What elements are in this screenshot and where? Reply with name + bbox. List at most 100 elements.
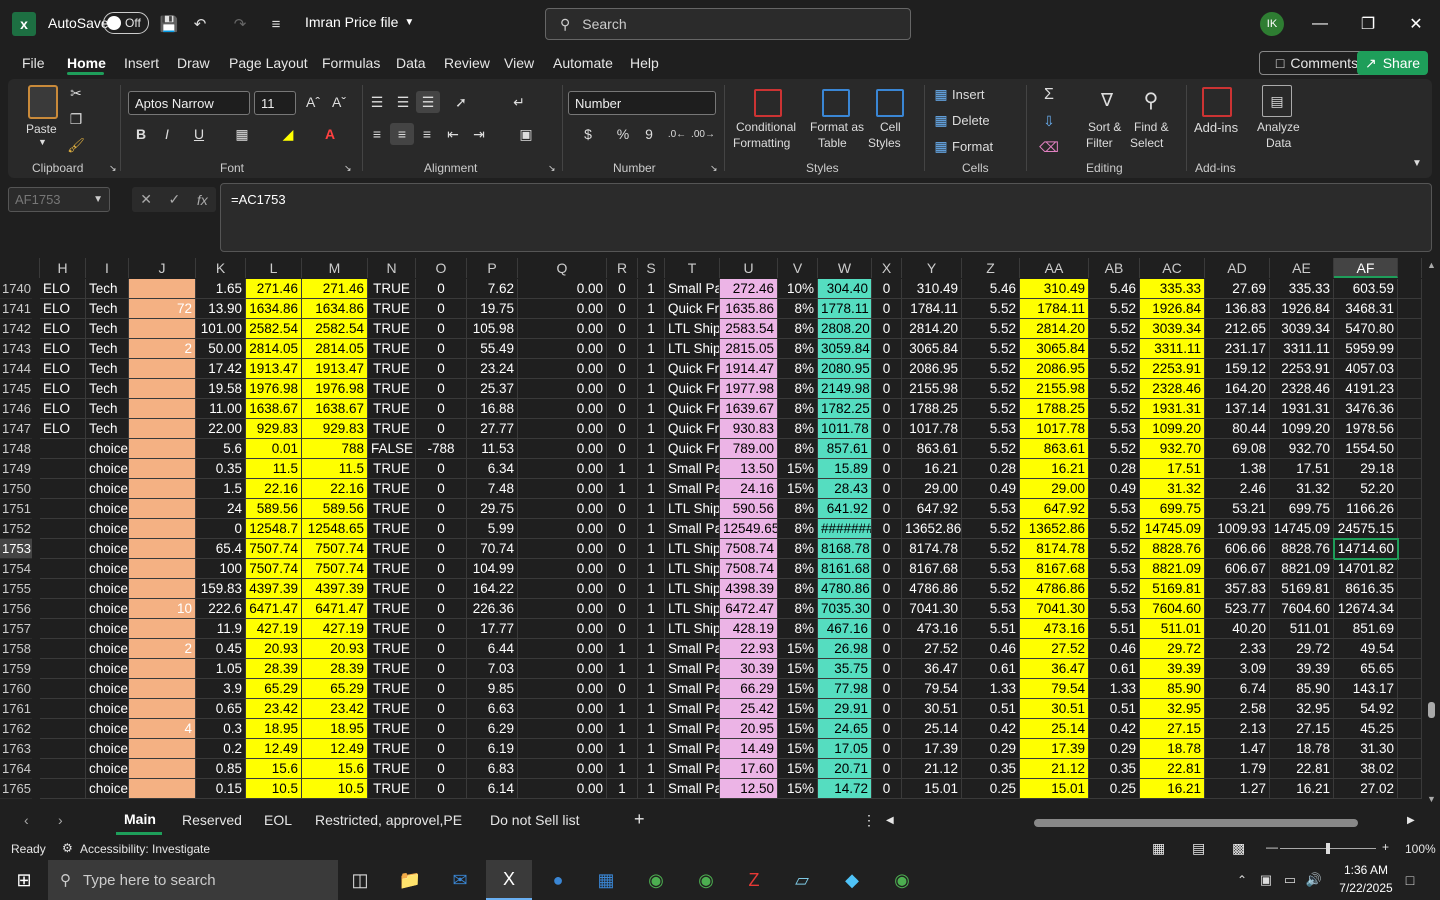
file-name[interactable]: Imran Price file ▼	[305, 14, 414, 30]
cell-s[interactable]: 1	[638, 599, 665, 619]
cell-p[interactable]: 9.85	[467, 679, 518, 699]
cell-j[interactable]	[129, 779, 196, 799]
cell-h[interactable]: ELO	[40, 399, 86, 419]
cell-q[interactable]: 0.00	[518, 559, 607, 579]
cell-u[interactable]: 930.83	[720, 419, 778, 439]
cell-u[interactable]: 4398.39	[720, 579, 778, 599]
row-header[interactable]: 1751	[0, 499, 32, 519]
cell-v[interactable]: 15%	[778, 719, 818, 739]
cell-overflow[interactable]	[1398, 779, 1422, 799]
cell-k[interactable]: 0.2	[196, 739, 246, 759]
cell-overflow[interactable]	[1398, 559, 1422, 579]
cell-t[interactable]: Quick Fr	[665, 379, 720, 399]
cell-w[interactable]: 1782.25	[818, 399, 872, 419]
cell-j[interactable]	[129, 759, 196, 779]
cell-ab[interactable]: 5.53	[1089, 499, 1140, 519]
cell-aa[interactable]: 647.92	[1020, 499, 1089, 519]
cell-u[interactable]: 2583.54	[720, 319, 778, 339]
scroll-up-icon[interactable]: ▲	[1427, 260, 1436, 270]
cell-t[interactable]: LTL Ship	[665, 599, 720, 619]
cell-aa[interactable]: 17.39	[1020, 739, 1089, 759]
cell-t[interactable]: Small Pa	[665, 459, 720, 479]
cell-z[interactable]: 5.46	[962, 279, 1020, 299]
cell-ac[interactable]: 2253.91	[1140, 359, 1205, 379]
cell-ae[interactable]: 3311.11	[1270, 339, 1334, 359]
cell-m[interactable]: 1976.98	[302, 379, 368, 399]
cell-ab[interactable]: 0.61	[1089, 659, 1140, 679]
cell-y[interactable]: 1784.11	[902, 299, 962, 319]
collapse-ribbon-icon[interactable]: ▼	[1408, 155, 1426, 171]
find-select-label[interactable]: Find &	[1134, 120, 1169, 134]
cell-v[interactable]: 8%	[778, 579, 818, 599]
cell-q[interactable]: 0.00	[518, 339, 607, 359]
cell-y[interactable]: 29.00	[902, 479, 962, 499]
cell-ae[interactable]: 22.81	[1270, 759, 1334, 779]
select-all-corner[interactable]	[0, 258, 40, 278]
cell-q[interactable]: 0.00	[518, 459, 607, 479]
cell-ac[interactable]: 29.72	[1140, 639, 1205, 659]
cell-k[interactable]: 50.00	[196, 339, 246, 359]
cell-k[interactable]: 159.83	[196, 579, 246, 599]
cell-af[interactable]: 1166.26	[1334, 499, 1398, 519]
cell-n[interactable]: FALSE	[368, 439, 416, 459]
cell-h[interactable]	[40, 599, 86, 619]
cell-overflow[interactable]	[1398, 459, 1422, 479]
cell-l[interactable]: 271.46	[246, 279, 302, 299]
cell-ad[interactable]: 1.38	[1205, 459, 1270, 479]
cell-r[interactable]: 0	[607, 379, 638, 399]
cell-ad[interactable]: 69.08	[1205, 439, 1270, 459]
cell-y[interactable]: 3065.84	[902, 339, 962, 359]
cell-o[interactable]: 0	[416, 399, 467, 419]
cell-aa[interactable]: 3065.84	[1020, 339, 1089, 359]
cell-k[interactable]: 0.45	[196, 639, 246, 659]
column-header-m[interactable]: M	[302, 258, 368, 278]
cell-w[interactable]: 35.75	[818, 659, 872, 679]
cell-ae[interactable]: 5169.81	[1270, 579, 1334, 599]
cell-l[interactable]: 22.16	[246, 479, 302, 499]
cell-i[interactable]: choice	[86, 479, 129, 499]
cell-af[interactable]: 27.02	[1334, 779, 1398, 799]
cell-ac[interactable]: 17.51	[1140, 459, 1205, 479]
excel-taskbar-icon[interactable]: X	[486, 860, 532, 900]
cell-q[interactable]: 0.00	[518, 579, 607, 599]
cell-aa[interactable]: 8167.68	[1020, 559, 1089, 579]
column-header-aa[interactable]: AA	[1020, 258, 1089, 278]
cell-s[interactable]: 1	[638, 539, 665, 559]
row-header[interactable]: 1749	[0, 459, 32, 479]
cell-overflow[interactable]	[1398, 339, 1422, 359]
column-header-u[interactable]: U	[720, 258, 778, 278]
row-header[interactable]: 1756	[0, 599, 32, 619]
cell-z[interactable]: 5.52	[962, 319, 1020, 339]
search-box[interactable]: ⚲ Search	[545, 8, 911, 40]
cell-s[interactable]: 1	[638, 319, 665, 339]
cell-r[interactable]: 0	[607, 539, 638, 559]
cell-u[interactable]: 7508.74	[720, 539, 778, 559]
cell-l[interactable]: 7507.74	[246, 559, 302, 579]
cell-o[interactable]: 0	[416, 299, 467, 319]
bold-icon[interactable]: B	[130, 123, 152, 145]
cell-ac[interactable]: 22.81	[1140, 759, 1205, 779]
format-as-table-label[interactable]: Format as	[810, 120, 864, 134]
cell-ab[interactable]: 5.52	[1089, 579, 1140, 599]
formula-input[interactable]: =AC1753	[220, 183, 1432, 252]
cell-o[interactable]: 0	[416, 279, 467, 299]
cell-w[interactable]: #######	[818, 519, 872, 539]
cell-r[interactable]: 1	[607, 659, 638, 679]
cell-u[interactable]: 6472.47	[720, 599, 778, 619]
cell-t[interactable]: LTL Ship	[665, 319, 720, 339]
cell-r[interactable]: 1	[607, 759, 638, 779]
cell-s[interactable]: 1	[638, 519, 665, 539]
cell-p[interactable]: 55.49	[467, 339, 518, 359]
cell-t[interactable]: Quick Fr	[665, 299, 720, 319]
cell-u[interactable]: 1914.47	[720, 359, 778, 379]
cell-h[interactable]	[40, 539, 86, 559]
cell-t[interactable]: Quick Fr	[665, 399, 720, 419]
cell-ae[interactable]: 17.51	[1270, 459, 1334, 479]
cell-r[interactable]: 1	[607, 459, 638, 479]
cell-u[interactable]: 13.50	[720, 459, 778, 479]
cell-h[interactable]: ELO	[40, 299, 86, 319]
cell-m[interactable]: 929.83	[302, 419, 368, 439]
cell-ad[interactable]: 1.27	[1205, 779, 1270, 799]
cell-ae[interactable]: 7604.60	[1270, 599, 1334, 619]
zoom-out-icon[interactable]: —	[1266, 840, 1278, 854]
